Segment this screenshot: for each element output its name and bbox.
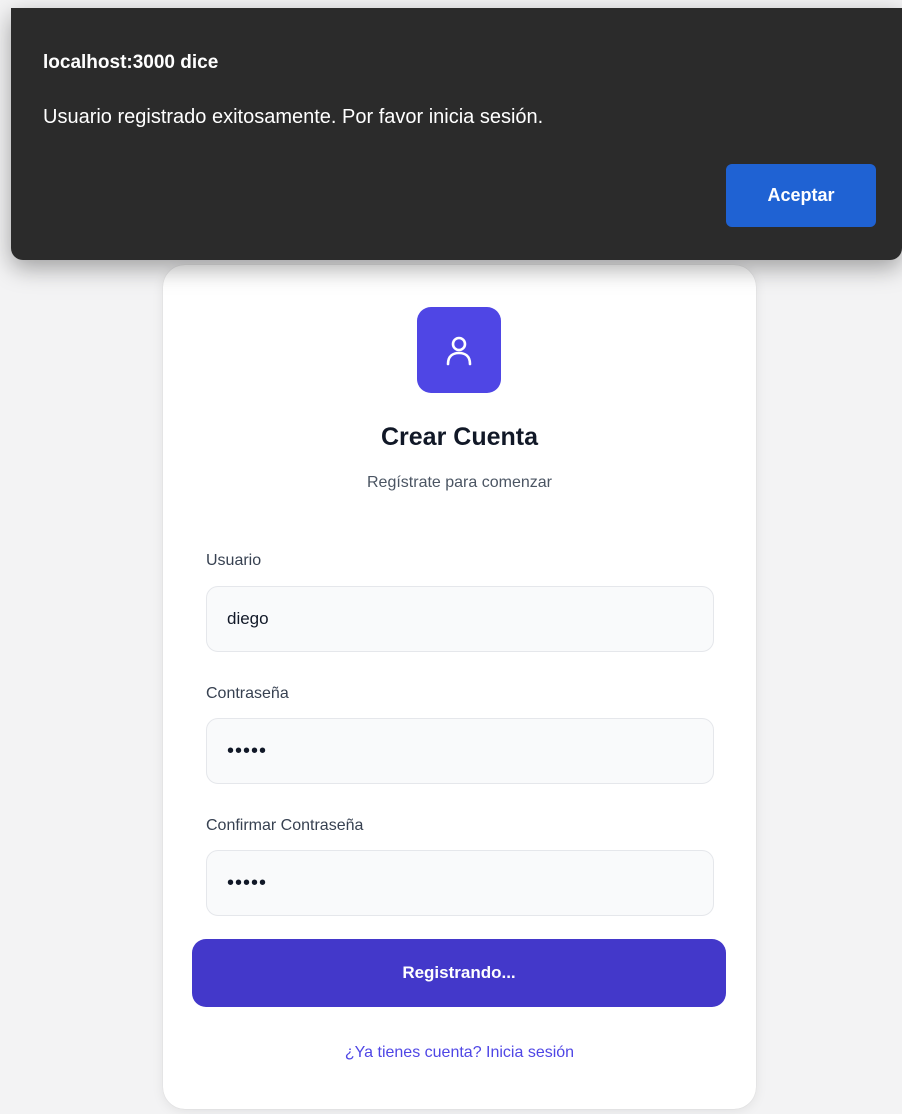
login-link[interactable]: ¿Ya tienes cuenta? Inicia sesión [163,1044,756,1062]
dialog-message: Usuario registrado exitosamente. Por fav… [43,106,544,128]
user-icon [446,336,472,366]
confirm-password-input[interactable] [206,850,714,916]
confirm-password-label: Confirmar Contraseña [206,817,364,834]
password-input[interactable] [206,718,714,784]
password-label: Contraseña [206,685,289,702]
register-button[interactable]: Registrando... [192,939,726,1007]
register-card: Crear Cuenta Regístrate para comenzar Us… [163,265,756,1109]
dialog-title: localhost:3000 dice [43,52,219,73]
page: Crear Cuenta Regístrate para comenzar Us… [0,0,902,1114]
page-title: Crear Cuenta [381,423,538,451]
username-label: Usuario [206,552,262,569]
username-input[interactable] [206,586,714,652]
accept-button[interactable]: Aceptar [726,164,876,227]
page-subtitle: Regístrate para comenzar [367,474,552,491]
avatar [417,307,501,393]
alert-dialog: localhost:3000 dice Usuario registrado e… [11,8,902,260]
